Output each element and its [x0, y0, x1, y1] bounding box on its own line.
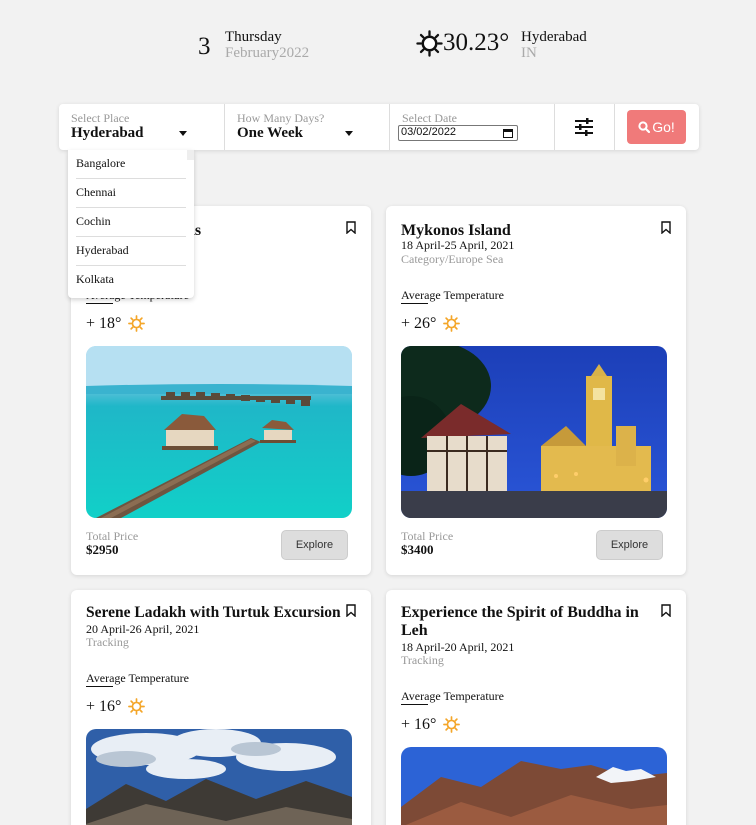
underline: [86, 303, 113, 304]
dropdown-scrollbar[interactable]: [187, 150, 194, 160]
date-value: 03/02/2022: [401, 126, 457, 138]
go-button[interactable]: Go!: [627, 110, 686, 144]
sun-icon: [128, 698, 145, 715]
bookmark-icon[interactable]: [661, 221, 671, 234]
place-value: Hyderabad: [71, 125, 144, 141]
country-code: IN: [521, 45, 537, 61]
date-label: Select Date: [402, 111, 457, 125]
sliders-icon: [575, 118, 593, 136]
avg-temp-label: Average Temperature: [401, 689, 504, 703]
bookmark-icon[interactable]: [346, 604, 356, 617]
explore-button[interactable]: Explore: [281, 530, 348, 560]
price-value: $3400: [401, 542, 434, 557]
explore-button[interactable]: Explore: [596, 530, 663, 560]
header: 3 Thursday February2022 30.23° Hyderabad…: [0, 28, 756, 78]
card-temperature: + 18°: [86, 315, 122, 332]
caret-down-icon: [345, 131, 353, 136]
bookmark-icon[interactable]: [661, 604, 671, 617]
ladakh-image: [86, 729, 352, 825]
card-category: Tracking: [86, 635, 129, 649]
search-bar: Select Place Hyderabad How Many Days? On…: [59, 104, 699, 150]
place-option-kolkata[interactable]: Kolkata: [76, 266, 186, 295]
caret-down-icon: [179, 131, 187, 136]
go-label: Go!: [652, 119, 675, 135]
month-year: February2022: [225, 45, 310, 61]
card-category: Category/Europe Sea: [401, 252, 504, 266]
sun-icon: [128, 315, 145, 332]
place-option-hyderabad[interactable]: Hyderabad: [76, 237, 186, 266]
current-temperature: 30.23°: [443, 29, 510, 56]
sun-icon: [443, 716, 460, 733]
days-value: One Week: [237, 125, 303, 141]
card-dates: 18 April-25 April, 2021: [401, 238, 515, 252]
day-number: 3: [198, 33, 211, 60]
leh-image: [401, 747, 667, 825]
calendar-icon[interactable]: [503, 128, 513, 138]
search-icon: [638, 121, 651, 133]
place-select[interactable]: Select Place Hyderabad: [59, 104, 225, 150]
place-label: Select Place: [71, 111, 130, 125]
sun-icon: [416, 30, 443, 57]
church-image: [401, 346, 667, 518]
card-temperature: + 16°: [401, 716, 437, 733]
card-title: Experience the Spirit of Buddha in Leh: [401, 604, 639, 639]
place-option-cochin[interactable]: Cochin: [76, 208, 186, 237]
place-option-chennai[interactable]: Chennai: [76, 179, 186, 208]
city-name: Hyderabad: [521, 29, 587, 45]
price-value: $2950: [86, 542, 119, 557]
sun-icon: [443, 315, 460, 332]
avg-temp-label: Average Temperature: [86, 671, 189, 685]
day-name: Thursday: [225, 29, 282, 45]
days-label: How Many Days?: [237, 111, 325, 125]
underline: [401, 303, 428, 304]
days-select[interactable]: How Many Days? One Week: [225, 104, 390, 150]
bookmark-icon[interactable]: [346, 221, 356, 234]
date-select: Select Date 03/02/2022: [390, 104, 555, 150]
trip-card: Experience the Spirit of Buddha in Leh 1…: [386, 590, 686, 825]
card-temperature: + 26°: [401, 315, 437, 332]
place-dropdown: Bangalore Chennai Cochin Hyderabad Kolka…: [68, 150, 194, 298]
place-option-bangalore[interactable]: Bangalore: [76, 150, 186, 179]
trip-card: Mykonos Island 18 April-25 April, 2021 C…: [386, 206, 686, 575]
avg-temp-label: Average Temperature: [401, 288, 504, 302]
date-input[interactable]: 03/02/2022: [398, 125, 518, 141]
card-title: Serene Ladakh with Turtuk Excursion: [86, 604, 341, 621]
maldives-image: [86, 346, 352, 518]
filter-button[interactable]: [555, 104, 615, 150]
trip-card: Serene Ladakh with Turtuk Excursion 20 A…: [71, 590, 371, 825]
card-category: Tracking: [401, 653, 444, 667]
underline: [401, 704, 428, 705]
card-temperature: + 16°: [86, 698, 122, 715]
underline: [86, 686, 113, 687]
